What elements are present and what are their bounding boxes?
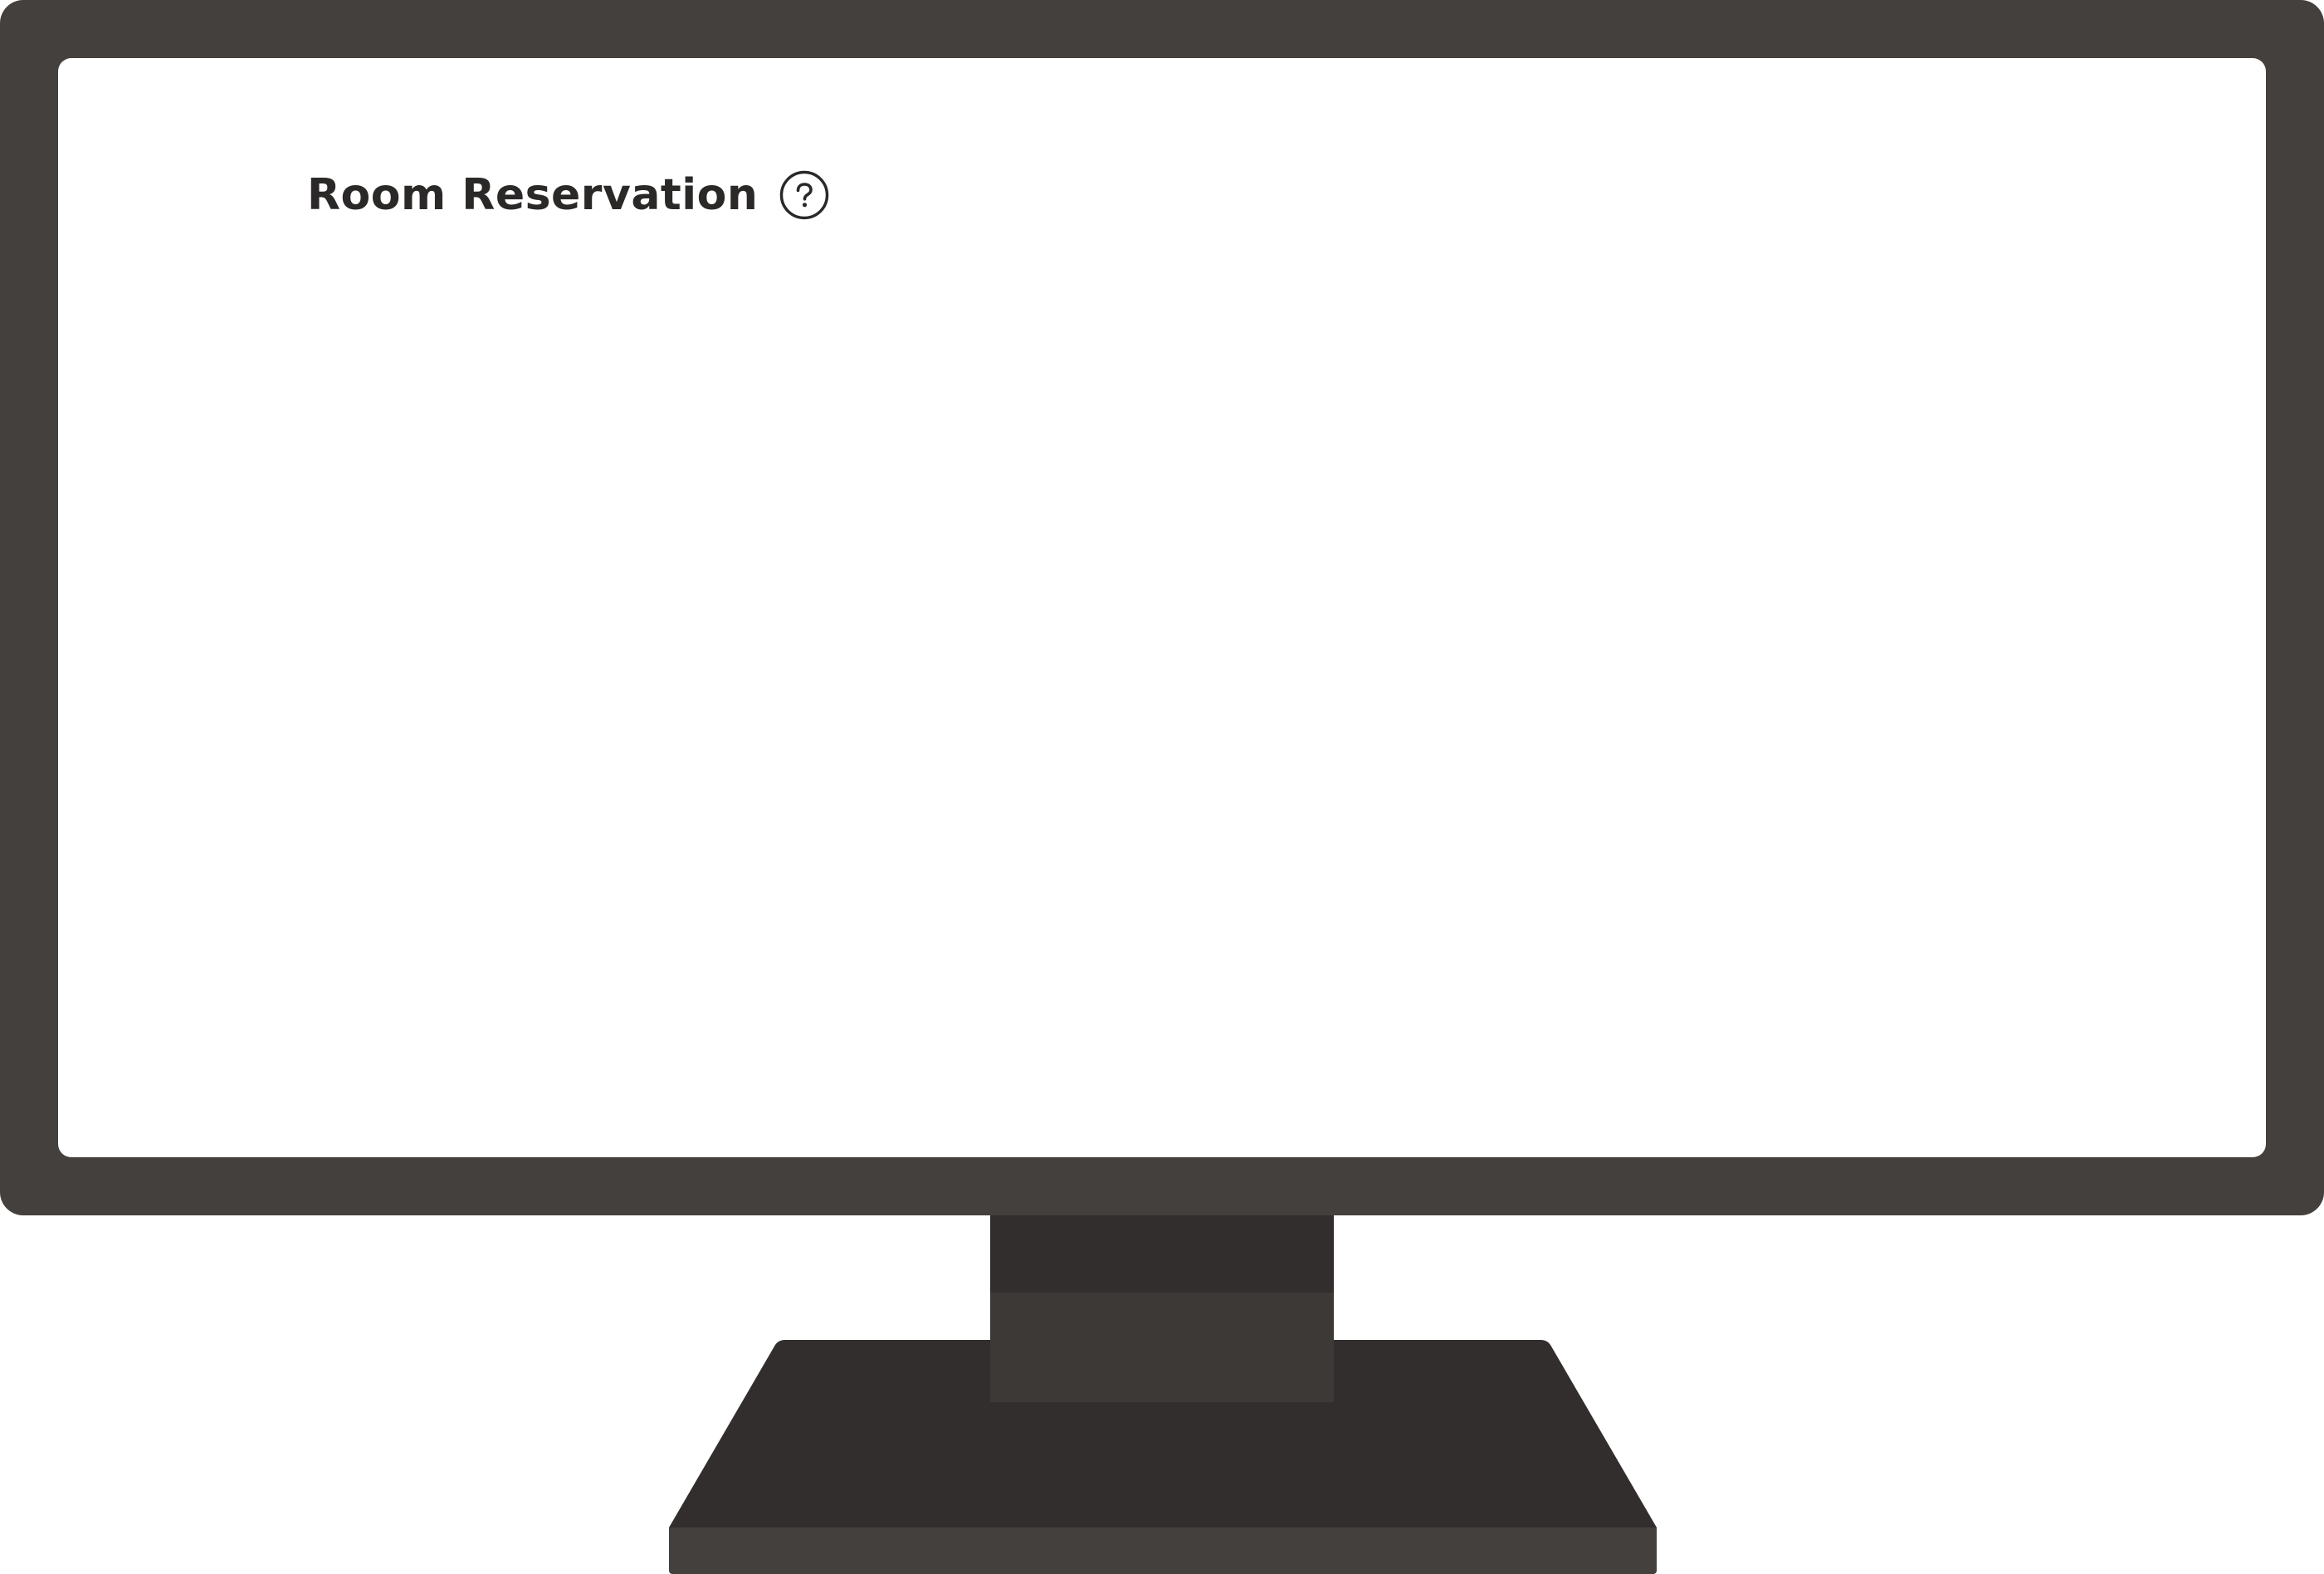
page-title: Room Reservation: [307, 170, 759, 220]
monitor-stand-neck-lower: [990, 1293, 1334, 1402]
page-header: Room Reservation: [307, 158, 829, 232]
monitor-screen: Room Reservation: [58, 58, 2266, 1157]
monitor-stand-foot: [669, 1528, 1657, 1574]
monitor-bezel: Room Reservation: [0, 0, 2324, 1215]
help-icon[interactable]: [779, 170, 829, 220]
monitor-stand-neck: [990, 1215, 1334, 1293]
